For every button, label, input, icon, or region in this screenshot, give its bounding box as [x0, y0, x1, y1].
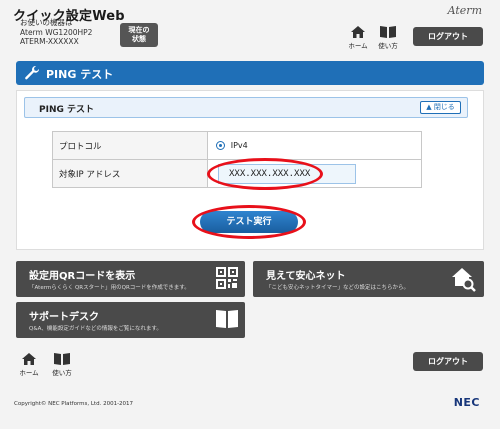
- table-row-protocol: プロトコル IPv4: [52, 131, 422, 160]
- book-icon: [54, 353, 70, 365]
- home-icon: [351, 26, 365, 38]
- run-test-button[interactable]: テスト実行: [200, 211, 298, 233]
- subsection-title: PING テスト: [39, 105, 94, 115]
- current-status-label-2: 状態: [132, 35, 146, 43]
- book-icon: [380, 26, 396, 38]
- home-icon: [22, 353, 36, 365]
- collapse-label: 閉じる: [433, 103, 455, 111]
- safety-card-desc: 「こども安心ネットタイマー」などの設定はこちらから。: [266, 285, 410, 291]
- protocol-cell: IPv4: [207, 131, 422, 160]
- device-caption: お使いの機器は: [20, 18, 73, 27]
- footer-help-label: 使い方: [52, 369, 72, 377]
- home-label: ホーム: [348, 42, 368, 50]
- nec-logo: NEC: [453, 396, 480, 409]
- section-title: PING テスト: [46, 68, 114, 81]
- collapse-button[interactable]: ▲ 閉じる: [420, 101, 461, 114]
- house-search-icon: [452, 268, 476, 292]
- safety-card-title: 見えて安心ネット: [266, 271, 346, 282]
- home-button[interactable]: ホーム: [345, 25, 371, 50]
- current-status-label-1: 現在の: [128, 26, 150, 34]
- target-ip-input[interactable]: [218, 164, 356, 184]
- footer-help-button[interactable]: 使い方: [49, 352, 75, 377]
- support-desk-card[interactable]: サポートデスク Q&A、機能設定ガイドなどの情報をご覧になれます。: [16, 302, 245, 338]
- support-card-desc: Q&A、機能設定ガイドなどの情報をご覧になれます。: [29, 326, 162, 332]
- section-title-bar: PING テスト: [16, 61, 484, 85]
- chevron-up-icon: ▲: [426, 103, 432, 111]
- header: クイック設定Web お使いの機器は Aterm WG1200HP2 ATERM-…: [0, 0, 500, 56]
- qr-code-card[interactable]: 設定用QRコードを表示 「Atermらくらく QRスタート」用のQRコードを作成…: [16, 261, 245, 297]
- subsection-header: PING テスト ▲ 閉じる: [24, 97, 468, 118]
- wrench-icon: [25, 66, 40, 80]
- footer-logout-button[interactable]: ログアウト: [413, 352, 483, 371]
- safety-net-card[interactable]: 見えて安心ネット 「こども安心ネットタイマー」などの設定はこちらから。: [253, 261, 484, 297]
- device-model: Aterm WG1200HP2: [20, 28, 93, 37]
- open-book-icon: [216, 310, 238, 328]
- qr-code-icon: [216, 267, 238, 289]
- qr-card-title: 設定用QRコードを表示: [29, 271, 136, 282]
- qr-card-desc: 「Atermらくらく QRスタート」用のQRコードを作成できます。: [29, 285, 190, 291]
- footer-home-label: ホーム: [19, 369, 39, 377]
- logout-button[interactable]: ログアウト: [413, 27, 483, 46]
- current-status-button[interactable]: 現在の 状態: [120, 23, 158, 47]
- device-id: ATERM-XXXXXX: [20, 37, 79, 46]
- help-button[interactable]: 使い方: [375, 25, 401, 50]
- footer-home-button[interactable]: ホーム: [16, 352, 42, 377]
- target-ip-label: 対象IP アドレス: [52, 159, 208, 188]
- aterm-logo: Aterm: [447, 4, 482, 17]
- copyright: Copyright© NEC Platforms, Ltd. 2001-2017: [14, 401, 134, 407]
- ipv4-radio-label: IPv4: [230, 140, 248, 150]
- support-card-title: サポートデスク: [29, 312, 99, 323]
- help-label: 使い方: [378, 42, 398, 50]
- protocol-label: プロトコル: [52, 131, 208, 160]
- ipv4-radio[interactable]: [216, 140, 225, 150]
